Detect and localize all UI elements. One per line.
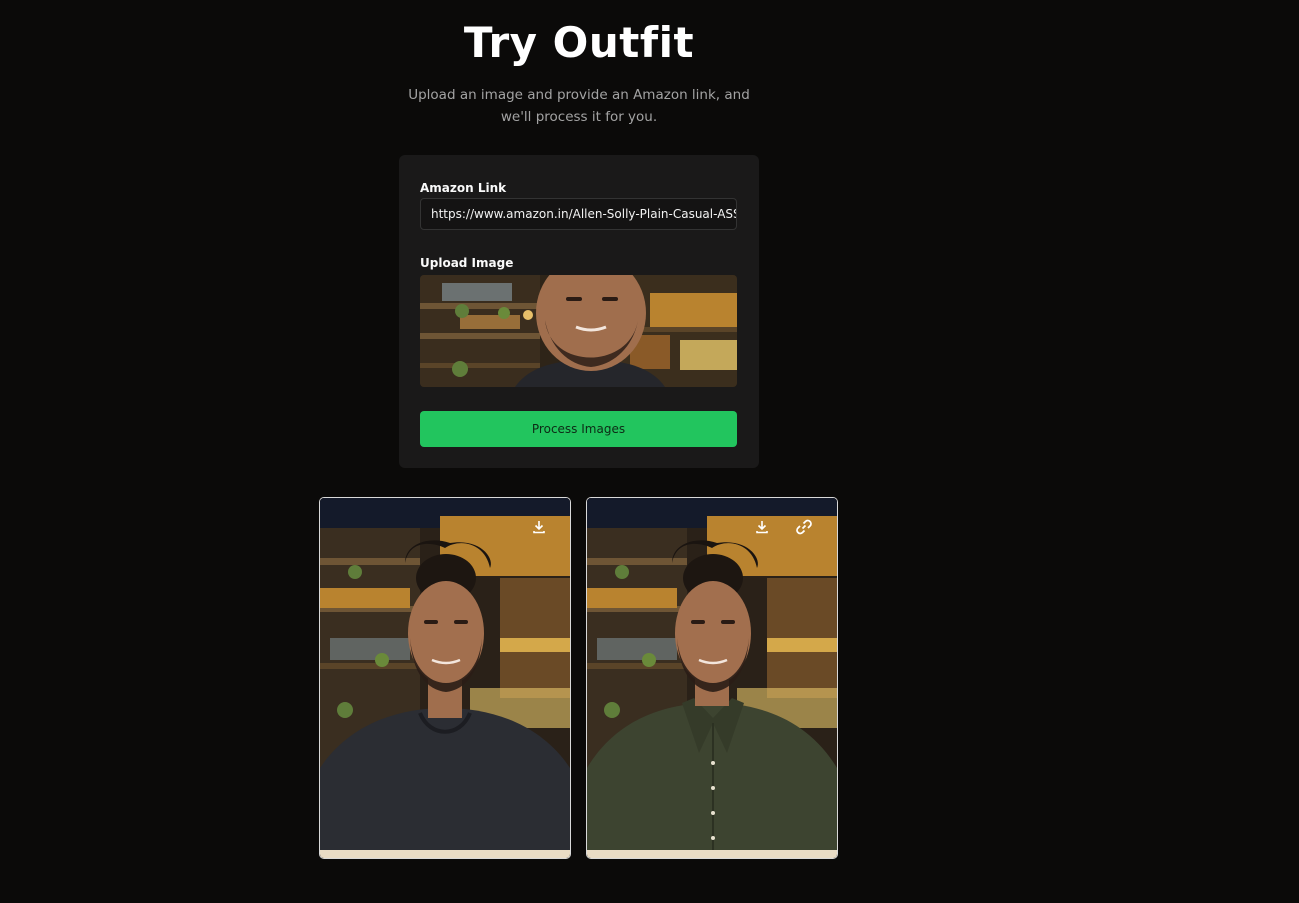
page-subtitle: Upload an image and provide an Amazon li… bbox=[408, 87, 750, 125]
download-icon[interactable] bbox=[530, 518, 548, 536]
original-photo bbox=[320, 498, 570, 858]
link-icon[interactable] bbox=[795, 518, 813, 536]
uploaded-photo bbox=[420, 275, 737, 387]
result-card-outfit bbox=[586, 497, 838, 859]
uploaded-image-preview[interactable] bbox=[420, 275, 737, 387]
process-images-button[interactable]: Process Images bbox=[420, 411, 737, 447]
outfit-photo bbox=[587, 498, 837, 858]
amazon-link-input[interactable]: https://www.amazon.in/Allen-Solly-Plain-… bbox=[420, 198, 737, 230]
upload-form-card: Amazon Link https://www.amazon.in/Allen-… bbox=[399, 155, 759, 468]
amazon-link-label: Amazon Link bbox=[420, 181, 507, 195]
page-title: Try Outfit bbox=[463, 18, 695, 67]
upload-image-label: Upload Image bbox=[420, 256, 514, 270]
download-icon[interactable] bbox=[753, 518, 771, 536]
result-card-original bbox=[319, 497, 571, 859]
